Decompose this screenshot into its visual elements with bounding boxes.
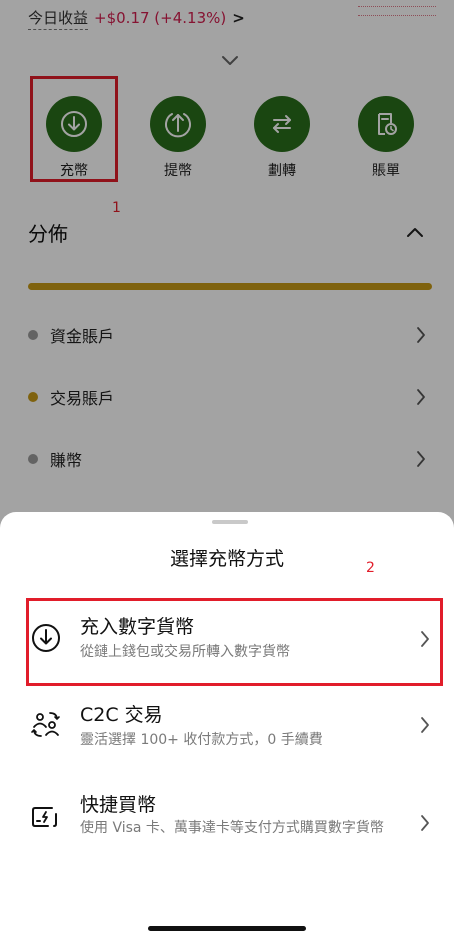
annotation-number-2: 2 <box>366 560 375 576</box>
option-description: 靈活選擇 100+ 收付款方式，0 手續費 <box>80 732 323 748</box>
sheet-drag-handle[interactable] <box>212 520 248 524</box>
option-description: 使用 Visa 卡、萬事達卡等支付方式購買數字貨幣 <box>80 820 384 836</box>
option-title: C2C 交易 <box>80 704 163 726</box>
chevron-right-icon <box>421 717 429 733</box>
sheet-title: 選擇充幣方式 <box>169 548 284 570</box>
card-icon <box>32 807 57 827</box>
chevron-right-icon <box>421 815 429 831</box>
users-exchange-icon <box>31 712 60 737</box>
home-indicator[interactable] <box>148 926 306 931</box>
annotation-box-2 <box>26 598 443 686</box>
option-title: 快捷買幣 <box>80 794 157 816</box>
option-quick-buy[interactable]: 快捷買幣 使用 Visa 卡、萬事達卡等支付方式購買數字貨幣 <box>26 780 436 870</box>
option-c2c-trade[interactable]: C2C 交易 靈活選擇 100+ 收付款方式，0 手續費 <box>26 692 436 762</box>
